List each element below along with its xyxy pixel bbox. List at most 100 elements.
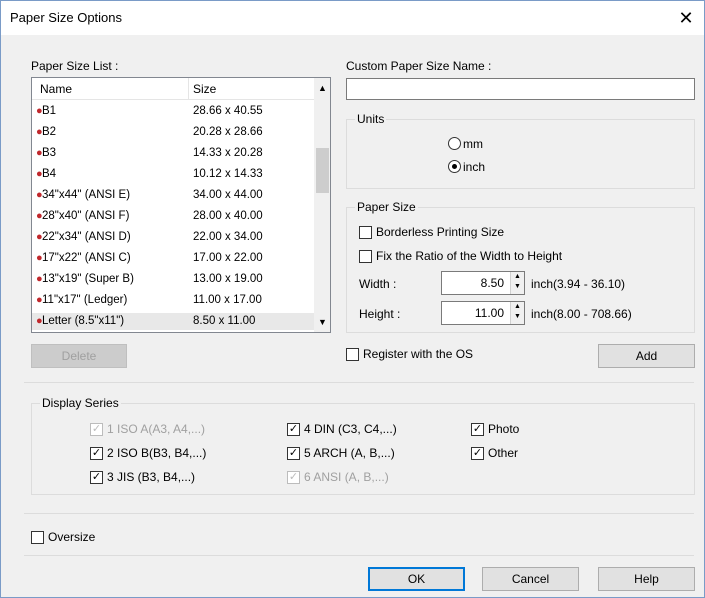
width-input[interactable]: 8.50 ▲ ▼ — [441, 271, 525, 295]
close-icon[interactable]: ✕ — [674, 6, 698, 30]
paper-size: 22.00 x 34.00 — [193, 231, 263, 243]
inch-radio-label[interactable]: inch — [463, 160, 485, 174]
paper-name: 22"x34" (ANSI D) — [42, 231, 131, 243]
divider — [24, 555, 694, 556]
cancel-button[interactable]: Cancel — [482, 567, 579, 591]
series-checkbox[interactable]: ✓ — [90, 423, 103, 436]
list-item[interactable]: ● 13"x19" (Super B) 13.00 x 19.00 — [32, 271, 314, 288]
paper-name: B2 — [42, 126, 57, 138]
paper-name: 17"x22" (ANSI C) — [42, 252, 131, 264]
paper-size-list[interactable]: Name Size ● B1 28.66 x 40.55 ● B2 20.28 x 28.… — [31, 77, 331, 333]
series-checkbox-label[interactable]: 5 ARCH (A, B,...) — [304, 446, 395, 460]
list-header: Name Size — [32, 78, 314, 100]
series-checkbox-label[interactable]: 6 ANSI (A, B,...) — [304, 470, 389, 484]
series-checkbox[interactable]: ✓ — [287, 447, 300, 460]
series-checkbox[interactable]: ✓ — [287, 471, 300, 484]
series-checkbox-label[interactable]: 4 DIN (C3, C4,...) — [304, 422, 397, 436]
paper-size-group-label: Paper Size — [355, 200, 418, 214]
list-item[interactable]: ● B1 28.66 x 40.55 — [32, 103, 314, 120]
paper-name: Letter (8.5"x11") — [42, 315, 125, 327]
list-item[interactable]: ● 11"x17" (Ledger) 11.00 x 17.00 — [32, 292, 314, 309]
custom-name-label: Custom Paper Size Name : — [346, 59, 492, 73]
paper-size: 28.00 x 40.00 — [193, 210, 263, 222]
paper-name: 28"x40" (ANSI F) — [42, 210, 130, 222]
spin-up-icon: ▲ — [514, 303, 521, 310]
units-group-label: Units — [355, 112, 387, 126]
scroll-down-arrow-icon[interactable]: ▼ — [314, 314, 330, 331]
list-item[interactable]: ● Letter (8.5"x11") 8.50 x 11.00 — [32, 313, 314, 330]
register-os-label[interactable]: Register with the OS — [363, 347, 473, 361]
add-button[interactable]: Add — [598, 344, 695, 368]
fix-ratio-checkbox[interactable] — [359, 250, 372, 263]
width-value: 8.50 — [480, 276, 504, 290]
paper-size: 28.66 x 40.55 — [193, 105, 263, 117]
paper-size: 10.12 x 14.33 — [193, 168, 263, 180]
series-checkbox[interactable]: ✓ — [90, 447, 103, 460]
custom-name-input[interactable] — [346, 78, 695, 100]
fix-ratio-checkbox-label[interactable]: Fix the Ratio of the Width to Height — [376, 249, 562, 263]
series-checkbox[interactable]: ✓ — [287, 423, 300, 436]
mm-radio[interactable] — [448, 137, 461, 150]
list-item[interactable]: ● B2 20.28 x 28.66 — [32, 124, 314, 141]
series-checkbox-label[interactable]: 2 ISO B(B3, B4,...) — [107, 446, 206, 460]
series-checkbox[interactable]: ✓ — [90, 471, 103, 484]
paper-size: 11.00 x 17.00 — [193, 294, 262, 306]
paper-name: B3 — [42, 147, 57, 159]
width-spinner[interactable]: ▲ ▼ — [510, 272, 524, 294]
paper-size: 17.00 x 22.00 — [193, 252, 263, 264]
paper-name: B4 — [42, 168, 57, 180]
list-item[interactable]: ● B4 10.12 x 14.33 — [32, 166, 314, 183]
divider — [24, 382, 694, 383]
borderless-checkbox-label[interactable]: Borderless Printing Size — [376, 225, 504, 239]
list-item[interactable]: ● 28"x40" (ANSI F) 28.00 x 40.00 — [32, 208, 314, 225]
mm-radio-label[interactable]: mm — [463, 137, 483, 151]
column-separator — [188, 78, 189, 100]
list-item[interactable]: ● 22"x34" (ANSI D) 22.00 x 34.00 — [32, 229, 314, 246]
series-checkbox[interactable]: ✓ — [471, 447, 484, 460]
paper-size-list-label: Paper Size List : — [31, 59, 119, 73]
help-button[interactable]: Help — [598, 567, 695, 591]
oversize-label[interactable]: Oversize — [48, 530, 95, 544]
scroll-up-arrow-icon[interactable]: ▲ — [314, 80, 330, 97]
oversize-checkbox[interactable] — [31, 531, 44, 544]
paper-size: 34.00 x 44.00 — [193, 189, 263, 201]
delete-button[interactable]: Delete — [31, 344, 127, 368]
title-bar: Paper Size Options ✕ — [1, 1, 704, 35]
paper-name: 13"x19" (Super B) — [42, 273, 134, 285]
column-header-size[interactable]: Size — [193, 82, 216, 96]
series-checkbox-label[interactable]: 3 JIS (B3, B4,...) — [107, 470, 195, 484]
ok-button[interactable]: OK — [368, 567, 465, 591]
width-range: inch(3.94 - 36.10) — [531, 277, 626, 291]
paper-size: 14.33 x 20.28 — [193, 147, 263, 159]
paper-size: 8.50 x 11.00 — [193, 315, 256, 327]
series-checkbox[interactable]: ✓ — [471, 423, 484, 436]
spin-down-icon: ▼ — [514, 313, 521, 320]
scroll-thumb[interactable] — [316, 148, 329, 193]
display-series-label: Display Series — [40, 396, 121, 410]
height-range: inch(8.00 - 708.66) — [531, 307, 632, 321]
series-checkbox-label[interactable]: Other — [488, 446, 518, 460]
divider — [24, 513, 694, 514]
paper-size-options-dialog: Paper Size Options ✕ Paper Size List : N… — [0, 0, 705, 598]
width-label: Width : — [359, 277, 397, 291]
list-item[interactable]: ● 17"x22" (ANSI C) 17.00 x 22.00 — [32, 250, 314, 267]
height-spinner[interactable]: ▲ ▼ — [510, 302, 524, 324]
height-value: 11.00 — [474, 306, 504, 320]
paper-size: 13.00 x 19.00 — [193, 273, 263, 285]
paper-name: 34"x44" (ANSI E) — [42, 189, 131, 201]
column-header-name[interactable]: Name — [40, 82, 72, 96]
spin-down-icon: ▼ — [514, 283, 521, 290]
series-checkbox-label[interactable]: 1 ISO A(A3, A4,...) — [107, 422, 205, 436]
window-title: Paper Size Options — [10, 10, 123, 25]
height-input[interactable]: 11.00 ▲ ▼ — [441, 301, 525, 325]
list-item[interactable]: ● 34"x44" (ANSI E) 34.00 x 44.00 — [32, 187, 314, 204]
register-os-checkbox[interactable] — [346, 348, 359, 361]
list-item[interactable]: ● B3 14.33 x 20.28 — [32, 145, 314, 162]
list-scrollbar[interactable]: ▲ ▼ — [314, 78, 330, 332]
series-checkbox-label[interactable]: Photo — [488, 422, 519, 436]
units-group: Units — [346, 112, 695, 189]
inch-radio[interactable] — [448, 160, 461, 173]
height-label: Height : — [359, 307, 401, 321]
borderless-checkbox[interactable] — [359, 226, 372, 239]
paper-name: B1 — [42, 105, 57, 117]
